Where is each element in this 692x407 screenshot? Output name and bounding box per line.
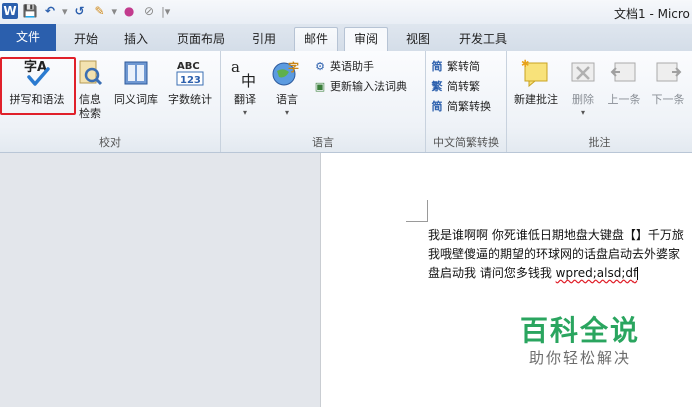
research-label-1: 信息 [79,93,101,106]
delete-comment-label: 删除 [572,93,594,106]
ribbon-tab-bar: 文件 开始 插入 页面布局 引用 邮件 审阅 视图 开发工具 [0,24,692,51]
abc-glyph: ABC [177,61,200,72]
translate-dropdown-icon[interactable]: ▾ [225,109,265,117]
lang-glyph: 字 [288,60,299,74]
title-bar: W 💾 ↶ ▾ ↺ ✎ ▾ ● ⊘ |▾ 文档1 - Micro [0,0,692,24]
english-assistant-button[interactable]: ⚙ 英语助手 [313,58,374,74]
to-traditional-label: 简转繁 [447,80,480,93]
to-simplified-button[interactable]: 简 繁转简 [430,58,481,74]
quick-access-toolbar: W 💾 ↶ ▾ ↺ ✎ ▾ ● ⊘ |▾ [2,3,170,19]
next-comment-icon [656,62,682,82]
thesaurus-book-icon [124,61,148,85]
document-title: 文档1 - Micro [614,7,690,21]
previous-comment-icon [610,62,636,82]
tab-view[interactable]: 视图 [398,27,438,51]
undo-dropdown-icon[interactable]: ▾ [62,5,68,18]
conversion-button[interactable]: 简 简繁转换 [430,98,492,114]
text-cursor [637,267,639,280]
translate-label: 翻译 [234,93,256,106]
language-label: 语言 [276,93,298,106]
document-line-3[interactable]: 盘启动我 请问您多钱我 wpred;alsd;df [428,264,639,281]
previous-comment-label: 上一条 [607,93,641,106]
margin-corner-mark-v [427,200,428,222]
new-comment-label: 新建批注 [514,93,558,106]
watermark-title: 百科全说 [519,314,640,347]
ribbon: 字A 拼写和语法 信息 检索 同义词库 ABC 123 字数统计 校对 a 中 … [0,51,692,153]
update-ime-button[interactable]: ▣ 更新输入法词典 [313,78,407,94]
document-line-2[interactable]: 我哦壁傻逼的期望的环球网的话盘启动去外婆家 [428,245,680,262]
tab-page-layout[interactable]: 页面布局 [170,27,232,51]
document-line-1[interactable]: 我是谁啊啊 你死谁低日期地盘大键盘【】千万旅 [428,226,684,243]
thesaurus-label: 同义词库 [114,93,158,106]
language-dropdown-icon[interactable]: ▾ [269,109,305,117]
previous-comment-button[interactable]: 上一条 [603,57,645,107]
conversion-label: 简繁转换 [447,100,491,113]
format-painter-icon[interactable]: ✎ [92,3,108,19]
delete-comment-icon [571,62,595,82]
group-label-comments: 批注 [588,136,611,149]
format-painter-dropdown-icon[interactable]: ▾ [112,5,118,18]
tab-mailings[interactable]: 邮件 [294,27,338,51]
delete-dropdown-icon[interactable]: ▾ [565,109,601,117]
translate-icon: a 中 [231,58,256,89]
language-globe-icon: 字 [272,60,299,86]
next-comment-button[interactable]: 下一条 [647,57,689,107]
group-label-chinese-conversion: 中文简繁转换 [433,136,499,149]
tab-developer[interactable]: 开发工具 [452,27,514,51]
to-traditional-icon: 繁 [431,80,443,93]
watermark-subtitle: 助你轻松解决 [528,349,631,367]
word-logo-icon[interactable]: W [2,3,18,19]
group-comments: ✱ 新建批注 删除 ▾ 上一条 下一条 批注 [507,51,692,152]
qat-customize-icon[interactable]: |▾ [161,5,170,18]
next-comment-label: 下一条 [651,93,685,106]
misspelled-word[interactable]: wpred;alsd;df [556,266,638,280]
word-count-label: 字数统计 [168,93,212,106]
new-comment-button[interactable]: ✱ 新建批注 [509,57,563,107]
svg-text:✱: ✱ [521,59,529,70]
tab-insert[interactable]: 插入 [116,27,156,51]
redo-icon[interactable]: ↺ [72,3,88,19]
new-comment-icon: ✱ [521,59,548,88]
tab-home[interactable]: 开始 [66,27,106,51]
margin-corner-mark-h [406,221,428,222]
delete-comment-button[interactable]: 删除 ▾ [565,57,601,117]
translate-glyph-a: a [231,58,240,76]
language-button[interactable]: 字 语言 ▾ [269,57,305,117]
group-chinese-conversion: 简 繁转简 繁 简转繁 简 简繁转换 中文简繁转换 [426,51,507,152]
word-count-button[interactable]: ABC 123 字数统计 [164,57,216,107]
thesaurus-button[interactable]: 同义词库 [110,57,162,107]
conversion-icon: 简 [431,100,443,113]
num-glyph: 123 [180,75,201,86]
eraser-icon[interactable]: ⊘ [141,3,157,19]
english-assistant-label: 英语助手 [330,60,374,73]
update-ime-icon: ▣ [314,79,326,93]
color-icon[interactable]: ● [121,3,137,19]
word-count-icon: ABC 123 [176,61,204,86]
tab-references[interactable]: 引用 [244,27,284,51]
translate-button[interactable]: a 中 翻译 ▾ [225,57,265,117]
group-label-proofing: 校对 [99,136,121,149]
english-assistant-icon: ⚙ [315,59,325,73]
misspelled-word-text: wpred;alsd;d [555,266,634,280]
spelling-highlight-box [0,57,76,115]
research-button[interactable]: 信息 检索 [74,57,106,121]
update-ime-label: 更新输入法词典 [330,80,407,93]
to-simplified-label: 繁转简 [447,60,480,73]
translate-glyph-zh: 中 [241,72,256,89]
group-label-language: 语言 [312,136,334,149]
research-icon [79,60,103,86]
to-simplified-icon: 简 [431,60,443,73]
to-traditional-button[interactable]: 繁 简转繁 [430,78,481,94]
undo-icon[interactable]: ↶ [42,3,58,19]
watermark: 百科全说 助你轻松解决 [516,314,644,368]
tab-file[interactable]: 文件 [0,24,56,51]
tab-review[interactable]: 审阅 [344,27,388,51]
group-language: a 中 翻译 ▾ 字 语言 ▾ ⚙ 英语助手 ▣ 更新输入法词典 语言 [221,51,426,152]
research-label-2: 检索 [79,107,101,120]
save-icon[interactable]: 💾 [22,3,38,19]
document-line-3-text: 盘启动我 请问您多钱我 [428,266,556,280]
